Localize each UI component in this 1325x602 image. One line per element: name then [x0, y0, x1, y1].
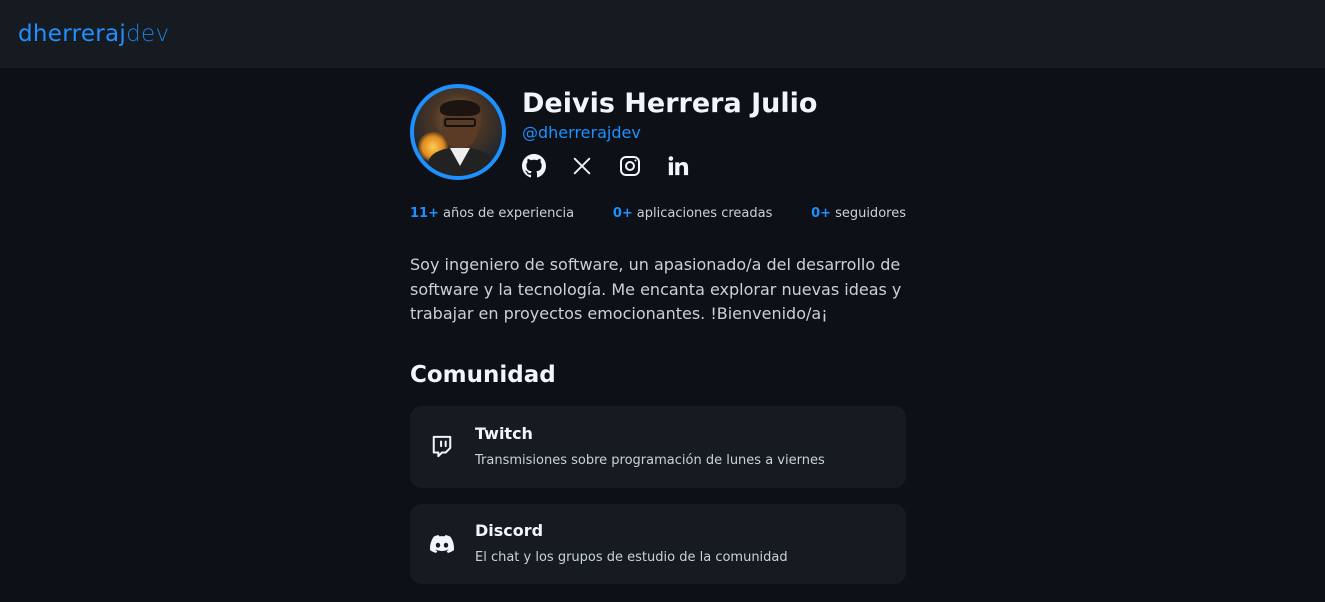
profile-name: Deivis Herrera Julio	[522, 88, 818, 119]
stat-value: 0+	[612, 206, 633, 221]
discord-icon	[430, 532, 454, 556]
social-links	[522, 154, 817, 178]
card-title: Twitch	[475, 424, 533, 443]
x-icon[interactable]	[570, 154, 594, 178]
stat-followers: 0+ seguidores	[811, 206, 906, 221]
community-title: Comunidad	[410, 361, 556, 388]
bio-text: Soy ingeniero de software, un apasionado…	[410, 255, 902, 323]
top-navbar: dherrerajdev	[0, 0, 1325, 68]
stat-value: 11+	[410, 206, 439, 221]
profile-header: Deivis Herrera Julio @dherrerajdev	[410, 84, 906, 180]
card-title: Discord	[475, 521, 544, 540]
card-description: El chat y los grupos de estudio de la co…	[475, 550, 788, 565]
logo-text-secondary: dev	[126, 20, 170, 47]
stat-experience: 11+ años de experiencia	[410, 206, 574, 221]
logo-text-primary: dherreraj	[18, 20, 127, 47]
profile-info: Deivis Herrera Julio @dherrerajdev	[522, 84, 817, 178]
site-logo[interactable]: dherrerajdev	[18, 20, 170, 47]
community-card-twitch[interactable]: Twitch Transmisiones sobre programación …	[410, 405, 906, 488]
stat-value: 0+	[811, 206, 832, 221]
instagram-icon[interactable]	[618, 154, 642, 178]
main-content: Deivis Herrera Julio @dherrerajdev 11+ añ…	[410, 84, 906, 584]
stat-label: seguidores	[835, 206, 906, 221]
stat-label: aplicaciones creadas	[636, 206, 773, 221]
card-description: Transmisiones sobre programación de lune…	[475, 453, 825, 468]
linkedin-icon[interactable]	[666, 154, 690, 178]
community-card-discord[interactable]: Discord El chat y los grupos de estudio …	[410, 503, 906, 584]
stat-label: años de experiencia	[442, 206, 575, 221]
twitch-icon	[430, 435, 454, 459]
github-icon[interactable]	[522, 154, 546, 178]
stats-row: 11+ años de experiencia 0+ aplicaciones cr…	[410, 206, 906, 221]
profile-handle[interactable]: @dherrerajdev	[522, 122, 817, 144]
avatar	[410, 84, 506, 180]
stat-apps: 0+ aplicaciones creadas	[613, 206, 773, 221]
